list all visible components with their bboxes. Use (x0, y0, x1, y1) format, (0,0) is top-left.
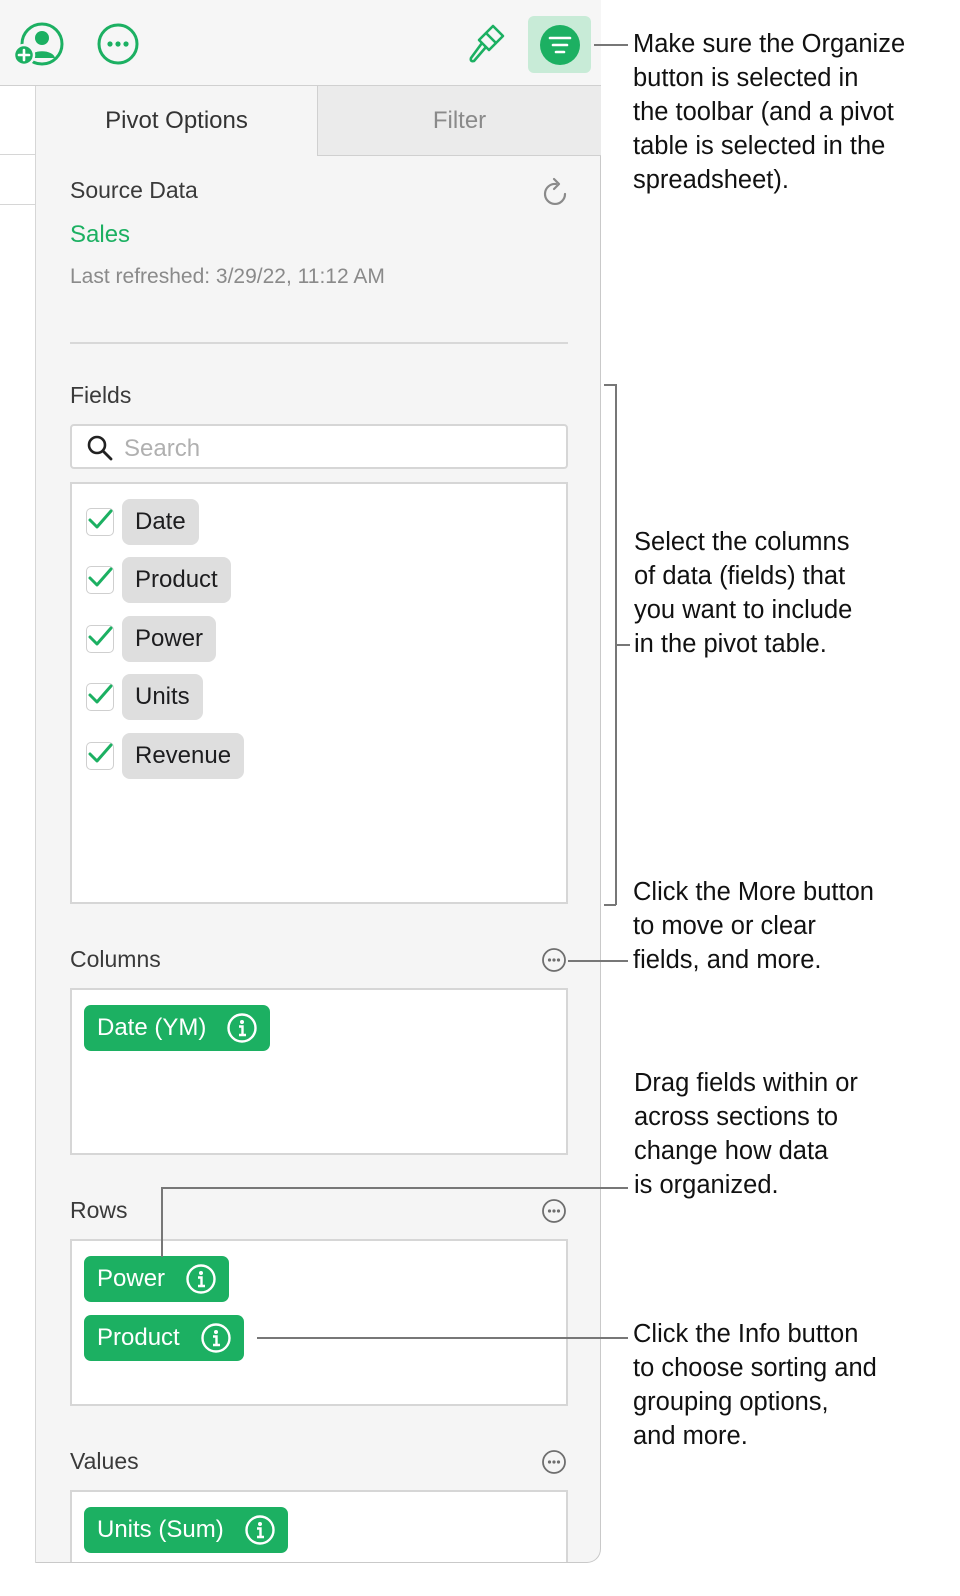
rows-heading: Rows (70, 1197, 128, 1223)
field-checkbox[interactable] (86, 566, 114, 594)
info-icon[interactable] (226, 1012, 258, 1044)
field-item-power[interactable]: Power (86, 616, 217, 662)
callout-fields: Select the columns of data (fields) that y… (634, 528, 853, 658)
leader-line (616, 644, 630, 646)
search-placeholder: Search (124, 435, 201, 462)
columns-heading: Columns (70, 946, 161, 972)
field-checkbox[interactable] (86, 683, 114, 711)
refresh-icon[interactable] (538, 176, 574, 212)
columns-more-icon[interactable] (541, 947, 567, 973)
paintbrush-icon[interactable] (466, 22, 508, 66)
field-item-revenue[interactable]: Revenue (86, 733, 245, 779)
spreadsheet-edge (0, 86, 36, 1563)
rows-chip-power[interactable]: Power (84, 1256, 230, 1302)
callout-info: Click the Info button to choose sorting a… (633, 1320, 877, 1450)
tab-pivot-options-label: Pivot Options (105, 107, 248, 134)
field-chip[interactable]: Date (122, 499, 199, 545)
callout-more: Click the More button to move or clear fie… (633, 878, 874, 974)
field-checkbox[interactable] (86, 508, 114, 536)
chip-label: Date (YM) (97, 1014, 207, 1041)
info-icon[interactable] (200, 1322, 232, 1354)
field-chip[interactable]: Product (122, 557, 231, 603)
rows-more-icon[interactable] (541, 1198, 567, 1224)
tab-pivot-options[interactable]: Pivot Options (36, 86, 318, 156)
values-more-icon[interactable] (541, 1449, 567, 1475)
field-item-product[interactable]: Product (86, 557, 231, 603)
person-add-icon[interactable] (12, 20, 64, 68)
chip-label: Units (Sum) (97, 1516, 224, 1543)
leader-line (568, 960, 628, 962)
search-field[interactable]: Search (70, 424, 568, 469)
fields-list: Date Product Power Units Revenue (70, 482, 568, 904)
callout-drag: Drag fields within or across sections to c… (634, 1069, 858, 1199)
chip-label: Power (97, 1265, 166, 1292)
search-icon (87, 435, 113, 461)
tab-filter[interactable]: Filter (318, 86, 601, 156)
field-checkbox[interactable] (86, 625, 114, 653)
info-icon[interactable] (185, 1263, 217, 1295)
rows-chip-product[interactable]: Product (84, 1315, 244, 1361)
source-data-heading: Source Data (70, 177, 198, 203)
organize-button[interactable] (528, 16, 591, 73)
organize-icon (539, 24, 580, 65)
values-heading: Values (70, 1448, 139, 1474)
columns-chip-date-ym[interactable]: Date (YM) (84, 1005, 271, 1051)
leader-line (161, 1187, 628, 1189)
divider (70, 342, 568, 344)
chip-label: Product (97, 1324, 180, 1351)
field-chip[interactable]: Units (122, 674, 203, 720)
tab-filter-label: Filter (432, 106, 487, 134)
last-refreshed-text: Last refreshed: 3/29/22, 11:12 AM (70, 265, 385, 288)
field-chip[interactable]: Revenue (122, 733, 245, 779)
toolbar (0, 0, 601, 86)
callout-organize: Make sure the Organize button is selected… (633, 30, 906, 194)
ellipsis-circle-icon[interactable] (96, 22, 140, 66)
field-item-date[interactable]: Date (86, 499, 199, 545)
bracket-bottom (604, 904, 616, 906)
leader-line (594, 44, 628, 46)
field-item-units[interactable]: Units (86, 674, 203, 720)
fields-heading: Fields (70, 382, 132, 408)
source-table-link[interactable]: Sales (70, 221, 130, 249)
leader-line (161, 1187, 163, 1257)
info-icon[interactable] (244, 1514, 276, 1546)
leader-line (257, 1337, 628, 1339)
values-chip-units-sum[interactable]: Units (Sum) (84, 1507, 288, 1553)
field-checkbox[interactable] (86, 742, 114, 770)
field-chip[interactable]: Power (122, 616, 217, 662)
